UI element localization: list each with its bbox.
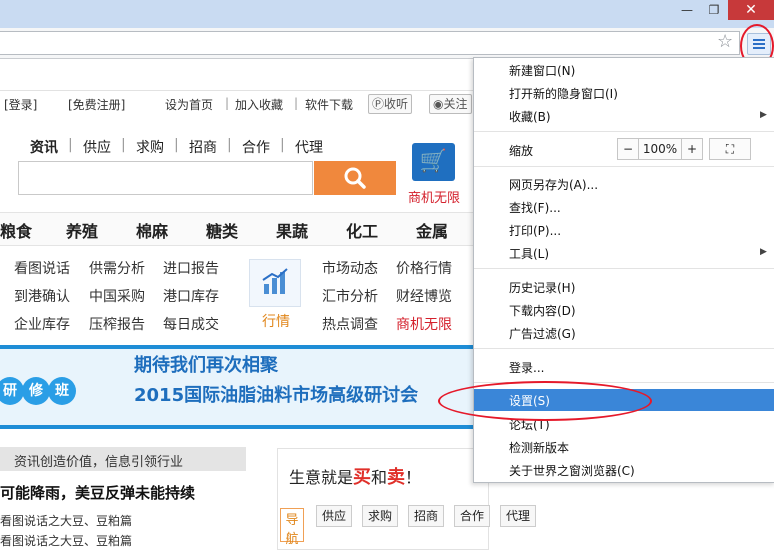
- trade-title: 生意就是买和卖！: [289, 467, 422, 488]
- news-item[interactable]: 看图说话之大豆、豆粕篇: [0, 532, 132, 549]
- category-grain[interactable]: 粮食: [0, 218, 32, 242]
- trade-tag[interactable]: 代理: [500, 505, 537, 527]
- link-item[interactable]: 价格行情: [396, 258, 452, 278]
- submenu-arrow-icon: ▶: [760, 110, 767, 120]
- top-links-bar: [0, 60, 474, 91]
- submenu-arrow-icon: ▶: [760, 247, 767, 257]
- search-tab-news[interactable]: 资讯: [30, 137, 58, 157]
- market-chart-icon[interactable]: [249, 259, 301, 307]
- link-item[interactable]: 看图说话: [14, 258, 70, 278]
- menu-item-save-as[interactable]: 网页另存为(A)...: [509, 176, 598, 193]
- trade-tag[interactable]: 求购: [362, 505, 399, 527]
- weibo-follow-button[interactable]: ◉关注: [429, 94, 472, 114]
- menu-item-bookmarks[interactable]: 收藏(B): [509, 108, 551, 125]
- listen-button[interactable]: Ⓟ收听: [368, 94, 413, 114]
- search-tab-cooperation[interactable]: 合作: [242, 137, 270, 157]
- category-breeding[interactable]: 养殖: [66, 218, 98, 242]
- link-item[interactable]: 商机无限: [396, 314, 452, 334]
- news-item[interactable]: 看图说话之大豆、豆粕篇: [0, 512, 132, 529]
- menu-item-about[interactable]: 关于世界之窗浏览器(C): [509, 462, 635, 479]
- search-tab-purchase[interactable]: 求购: [136, 137, 164, 157]
- menu-item-check-update[interactable]: 检测新版本: [509, 439, 569, 456]
- menu-item-downloads[interactable]: 下载内容(D): [509, 302, 576, 319]
- search-tab-investment[interactable]: 招商: [189, 137, 217, 157]
- link-item[interactable]: 市场动态: [322, 258, 378, 278]
- browser-toolbar: [0, 28, 774, 59]
- link-item[interactable]: 财经博览: [396, 286, 452, 306]
- banner-bubble: 班: [48, 377, 76, 405]
- menu-item-login[interactable]: 登录...: [509, 359, 544, 376]
- category-chemical[interactable]: 化工: [346, 218, 378, 242]
- trade-tag[interactable]: 合作: [454, 505, 491, 527]
- add-favorite-link[interactable]: 加入收藏: [235, 96, 283, 113]
- trade-tag[interactable]: 招商: [408, 505, 445, 527]
- banner-title: 期待我们再次相聚: [134, 355, 278, 376]
- search-tab-supply[interactable]: 供应: [83, 137, 111, 157]
- menu-item-tools[interactable]: 工具(L): [509, 245, 549, 262]
- link-item[interactable]: 压榨报告: [89, 314, 145, 334]
- menu-item-adblock[interactable]: 广告过滤(G): [509, 325, 576, 342]
- link-item[interactable]: 供需分析: [89, 258, 145, 278]
- market-label[interactable]: 行情: [262, 311, 290, 331]
- link-item[interactable]: 港口库存: [163, 286, 219, 306]
- search-tab-agent[interactable]: 代理: [295, 137, 323, 157]
- cart-label[interactable]: 商机无限: [408, 187, 460, 206]
- menu-item-find[interactable]: 查找(F)...: [509, 199, 561, 216]
- banner-bubble: 修: [22, 377, 50, 405]
- highlight-ring-settings: [438, 381, 652, 421]
- news-headline[interactable]: 可能降雨，美豆反弹未能持续: [0, 482, 195, 503]
- menu-item-history[interactable]: 历史记录(H): [509, 279, 575, 296]
- search-input[interactable]: [18, 161, 313, 195]
- separator: |: [294, 96, 299, 110]
- link-item[interactable]: 进口报告: [163, 258, 219, 278]
- separator: |: [225, 96, 230, 110]
- banner-subtitle: 2015国际油脂油料市场高级研讨会: [134, 385, 419, 406]
- maximize-button[interactable]: ❐: [700, 0, 728, 20]
- link-item[interactable]: 热点调查: [322, 314, 378, 334]
- menu-item-print[interactable]: 打印(P)...: [509, 222, 561, 239]
- search-icon: [344, 167, 366, 189]
- star-icon[interactable]: ☆: [717, 33, 733, 51]
- login-link[interactable]: [登录]: [4, 96, 37, 113]
- category-cotton[interactable]: 棉麻: [136, 218, 168, 242]
- close-button[interactable]: ✕: [728, 0, 774, 20]
- zoom-in-button[interactable]: +: [681, 138, 703, 160]
- minimize-button[interactable]: —: [673, 0, 701, 20]
- link-item[interactable]: 中国采购: [89, 286, 145, 306]
- software-download-link[interactable]: 软件下载: [305, 96, 353, 113]
- fullscreen-icon[interactable]: ⛶: [709, 138, 751, 160]
- menu-item-incognito[interactable]: 打开新的隐身窗口(I): [509, 85, 618, 102]
- cart-icon[interactable]: 🛒: [412, 143, 455, 181]
- slogan-text: 资讯创造价值，信息引领行业: [14, 455, 184, 470]
- link-item[interactable]: 每日成交: [163, 314, 219, 334]
- weibo-icon: ◉: [433, 97, 444, 111]
- link-item[interactable]: 到港确认: [14, 286, 70, 306]
- zoom-level: 100%: [638, 138, 682, 160]
- register-link[interactable]: [免费注册]: [68, 96, 125, 113]
- set-home-link[interactable]: 设为首页: [165, 96, 213, 113]
- search-button[interactable]: [314, 161, 396, 195]
- category-fruit-veg[interactable]: 果蔬: [276, 218, 308, 242]
- listen-icon: Ⓟ: [372, 97, 385, 111]
- menu-item-new-window[interactable]: 新建窗口(N): [509, 62, 575, 79]
- link-item[interactable]: 企业库存: [14, 314, 70, 334]
- category-sugar[interactable]: 糖类: [206, 218, 238, 242]
- menu-item-zoom: 缩放: [509, 144, 534, 158]
- link-item[interactable]: 汇市分析: [322, 286, 378, 306]
- trade-tag[interactable]: 供应: [316, 505, 353, 527]
- category-metal[interactable]: 金属: [416, 218, 448, 242]
- address-bar[interactable]: [0, 31, 740, 55]
- guide-label: 导航: [280, 508, 304, 547]
- title-bar: [0, 0, 774, 28]
- zoom-out-button[interactable]: −: [617, 138, 639, 160]
